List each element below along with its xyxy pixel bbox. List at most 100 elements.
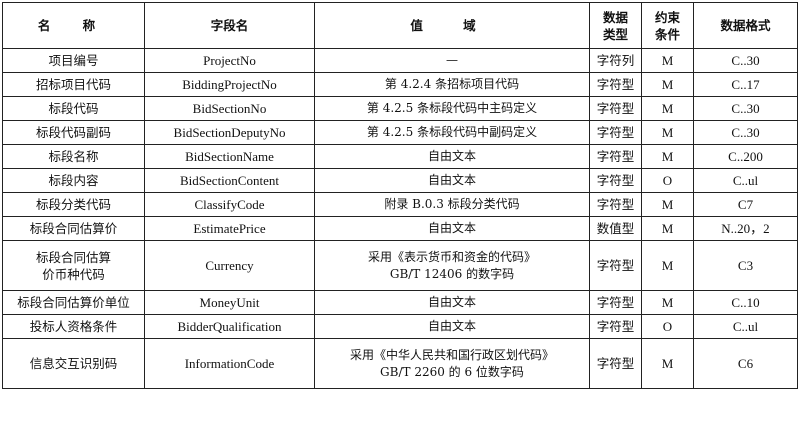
cell-name-text: 标段代码 (48, 101, 99, 116)
cell-range: 自由文本 (314, 216, 590, 241)
cell-format: C7 (693, 192, 798, 217)
cell-field-text: BidSectionNo (192, 101, 267, 116)
cell-name: 标段名称 (2, 144, 145, 169)
cell-type: 字符型 (589, 168, 642, 193)
cell-range-text: 第 4.2.5 条标段代码中副码定义 (366, 125, 538, 139)
cell-constraint: M (641, 192, 694, 217)
cell-constraint: M (641, 48, 694, 73)
cell-type: 字符型 (589, 240, 642, 291)
header-constraint: 约束 条件 (641, 2, 694, 49)
cell-type: 字符型 (589, 192, 642, 217)
cell-constraint: M (641, 144, 694, 169)
cell-field: EstimatePrice (144, 216, 315, 241)
table-row: 标段分类代码 ClassifyCode 附录 B.0.3 标段分类代码 字符型 M C7 (2, 192, 798, 217)
cell-range-text: 采用《表示货币和资金的代码》 (367, 249, 536, 264)
cell-range-text: 第 4.2.4 条招标项目代码 (384, 77, 520, 91)
cell-range-text: 采用《中华人民共和国行政区划代码》 (349, 347, 554, 362)
cell-type: 字符型 (589, 144, 642, 169)
cell-type: 字符型 (589, 338, 642, 389)
cell-name-text: 招标项目代码 (35, 77, 111, 92)
cell-format-text: C..30 (731, 53, 760, 68)
page: 名 称 字段名 值 域 数据 类型 约束 条件 数据格式 项目编号 ProjectNo… (0, 0, 799, 433)
cell-type-text: 字符型 (596, 258, 635, 273)
cell-name-text: 标段名称 (48, 149, 99, 164)
cell-constraint: O (641, 168, 694, 193)
cell-field-text: BidSectionContent (180, 173, 279, 188)
cell-field-text: ProjectNo (203, 53, 256, 68)
cell-type-text: 数值型 (596, 221, 635, 236)
cell-range: 采用《表示货币和资金的代码》 GB/T 12406 的数字码 (314, 240, 590, 291)
cell-name: 标段代码 (2, 96, 145, 121)
cell-constraint: M (641, 338, 694, 389)
cell-constraint: M (641, 72, 694, 97)
cell-format-text: C7 (737, 197, 754, 212)
cell-field-text: EstimatePrice (193, 221, 266, 236)
cell-name-text: 信息交互识别码 (29, 356, 118, 371)
table-header-row: 名 称 字段名 值 域 数据 类型 约束 条件 数据格式 (2, 2, 798, 49)
cell-format-text: C6 (737, 356, 754, 371)
cell-range-text: 第 4.2.5 条标段代码中主码定义 (366, 101, 538, 115)
table-row: 投标人资格条件 BidderQualification 自由文本 字符型 O C..ul (2, 314, 798, 339)
cell-field-text: Currency (205, 258, 254, 273)
table-row: 标段合同估算价单位 MoneyUnit 自由文本 字符型 M C..10 (2, 290, 798, 315)
cell-type: 数值型 (589, 216, 642, 241)
table-row: 标段代码 BidSectionNo 第 4.2.5 条标段代码中主码定义 字符型 M C.… (2, 96, 798, 121)
cell-format-text: C..10 (731, 295, 760, 310)
cell-range-text: 附录 B.0.3 标段分类代码 (384, 197, 520, 211)
cell-constraint: M (641, 96, 694, 121)
header-constraint-line1: 约束 (654, 9, 680, 25)
cell-type-text: 字符型 (596, 356, 635, 371)
cell-type: 字符列 (589, 48, 642, 73)
cell-range-text: 自由文本 (427, 319, 476, 333)
cell-range: 自由文本 (314, 290, 590, 315)
cell-format: C..ul (693, 314, 798, 339)
cell-field: BidSectionName (144, 144, 315, 169)
cell-constraint-text: M (661, 77, 674, 92)
cell-range-text: 自由文本 (427, 173, 476, 187)
cell-name: 信息交互识别码 (2, 338, 145, 389)
cell-format: C6 (693, 338, 798, 389)
cell-field: ProjectNo (144, 48, 315, 73)
cell-type: 字符型 (589, 314, 642, 339)
cell-format: C..200 (693, 144, 798, 169)
cell-name: 标段内容 (2, 168, 145, 193)
cell-name-text-line2: 价币种代码 (42, 266, 105, 282)
header-range: 值 域 (314, 2, 590, 49)
cell-format-text: C..30 (731, 125, 760, 140)
cell-format: C..30 (693, 96, 798, 121)
cell-constraint: M (641, 216, 694, 241)
table-row: 信息交互识别码 InformationCode 采用《中华人民共和国行政区划代码》 G… (2, 338, 798, 389)
cell-format: N..20，2 (693, 216, 798, 241)
cell-format: C..17 (693, 72, 798, 97)
cell-range: 第 4.2.5 条标段代码中主码定义 (314, 96, 590, 121)
cell-range-text-line2: GB/T 2260 的 6 位数字码 (380, 364, 524, 379)
cell-format-text: C..200 (728, 149, 763, 164)
cell-field: InformationCode (144, 338, 315, 389)
cell-type-text: 字符型 (596, 173, 635, 188)
cell-type-text: 字符列 (596, 53, 635, 68)
cell-constraint-text: M (661, 197, 674, 212)
cell-range-text: 自由文本 (427, 149, 476, 163)
cell-field: BiddingProjectNo (144, 72, 315, 97)
cell-type-text: 字符型 (596, 149, 635, 164)
cell-format-text: N..20，2 (721, 221, 770, 236)
cell-name-text: 标段内容 (48, 173, 99, 188)
header-type-line1: 数据 (602, 9, 628, 25)
cell-type: 字符型 (589, 72, 642, 97)
cell-name-text: 标段合同估算 (35, 249, 111, 265)
cell-format: C3 (693, 240, 798, 291)
cell-range-text: 自由文本 (427, 295, 476, 309)
header-type-line2: 类型 (602, 26, 628, 42)
cell-field: Currency (144, 240, 315, 291)
cell-name: 标段合同估算价 (2, 216, 145, 241)
cell-constraint-text: O (662, 173, 673, 188)
cell-constraint: M (641, 240, 694, 291)
cell-range: 第 4.2.5 条标段代码中副码定义 (314, 120, 590, 145)
table-row: 项目编号 ProjectNo — 字符列 M C..30 (2, 48, 798, 73)
cell-range: 自由文本 (314, 144, 590, 169)
cell-field: MoneyUnit (144, 290, 315, 315)
header-type: 数据 类型 (589, 2, 642, 49)
cell-constraint-text: M (661, 149, 674, 164)
cell-field-text: BiddingProjectNo (182, 77, 277, 92)
cell-field-text: InformationCode (184, 356, 275, 371)
